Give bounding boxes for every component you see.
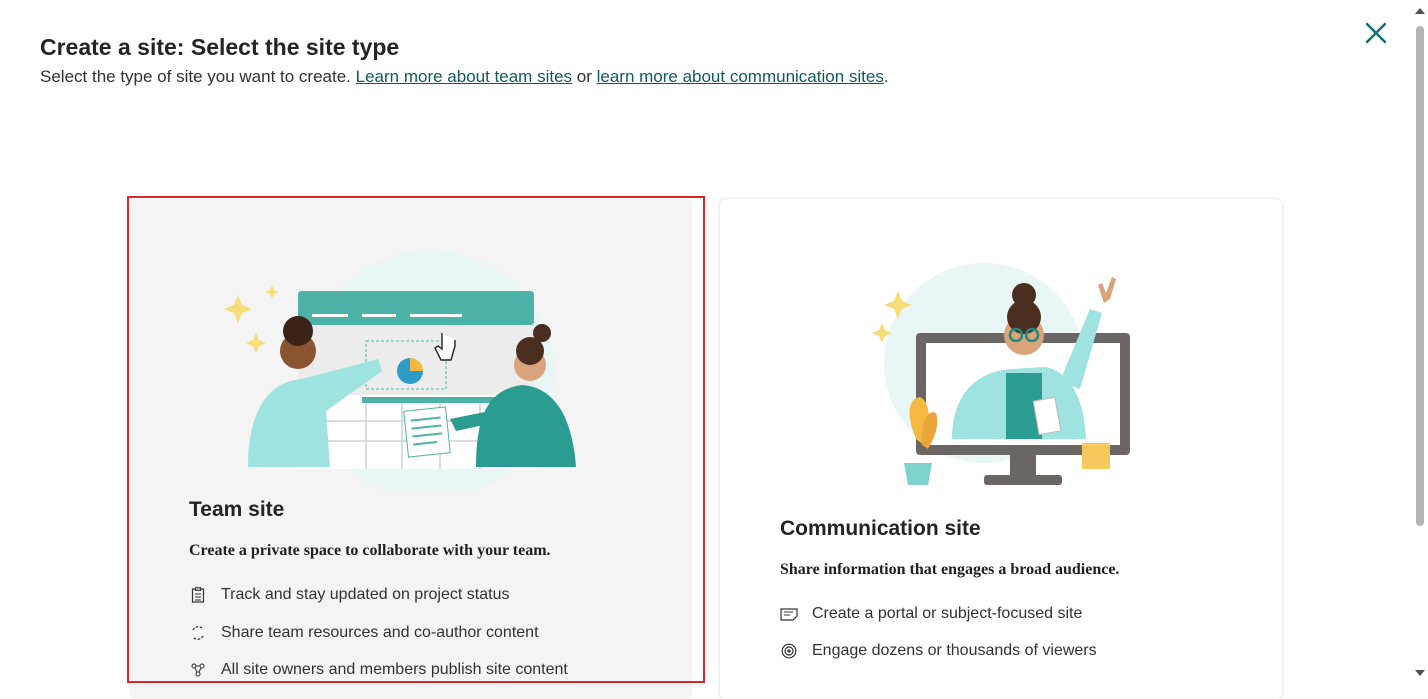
communication-site-subtitle: Share information that engages a broad a… [780, 561, 1120, 578]
scroll-up-arrow-icon[interactable] [1415, 8, 1425, 14]
communication-sites-link[interactable]: learn more about communication sites [597, 67, 884, 86]
team-site-illustration [224, 250, 576, 489]
team-site-title: Team site [189, 498, 285, 521]
team-site-subtitle: Create a private space to collaborate wi… [189, 542, 551, 559]
people-network-icon [189, 661, 207, 679]
scrollbar-thumb[interactable] [1416, 26, 1424, 526]
sync-icon [189, 624, 207, 642]
page-description: Select the type of site you want to crea… [40, 67, 889, 87]
team-feature-label: Share team resources and co-author conte… [221, 624, 539, 641]
page-title: Create a site: Select the site type [40, 34, 400, 60]
close-button[interactable] [1361, 18, 1391, 48]
comm-feature-item: Create a portal or subject-focused site [780, 605, 1082, 623]
comm-feature-item: Engage dozens or thousands of viewers [780, 642, 1097, 660]
broadcast-icon [780, 642, 798, 660]
team-feature-item: All site owners and members publish site… [189, 661, 568, 679]
team-feature-item: Share team resources and co-author conte… [189, 624, 539, 642]
description-text: Select the type of site you want to crea… [40, 67, 356, 86]
news-icon [780, 605, 798, 623]
description-or: or [572, 67, 597, 86]
comm-feature-label: Engage dozens or thousands of viewers [812, 642, 1097, 659]
close-icon [1365, 22, 1387, 44]
communication-site-illustration [872, 263, 1130, 485]
team-sites-link[interactable]: Learn more about team sites [356, 67, 572, 86]
comm-feature-label: Create a portal or subject-focused site [812, 605, 1083, 622]
team-site-card[interactable]: Team site Create a private space to coll… [130, 199, 692, 699]
team-feature-item: Track and stay updated on project status [189, 586, 509, 604]
scroll-down-arrow-icon[interactable] [1415, 670, 1425, 676]
communication-site-card[interactable]: Communication site Share information tha… [720, 199, 1282, 699]
clipboard-icon [189, 586, 207, 604]
communication-site-title: Communication site [780, 517, 981, 540]
team-feature-label: All site owners and members publish site… [221, 661, 568, 678]
team-feature-label: Track and stay updated on project status [221, 586, 510, 603]
description-period: . [883, 67, 889, 86]
vertical-scrollbar[interactable] [1412, 0, 1428, 684]
